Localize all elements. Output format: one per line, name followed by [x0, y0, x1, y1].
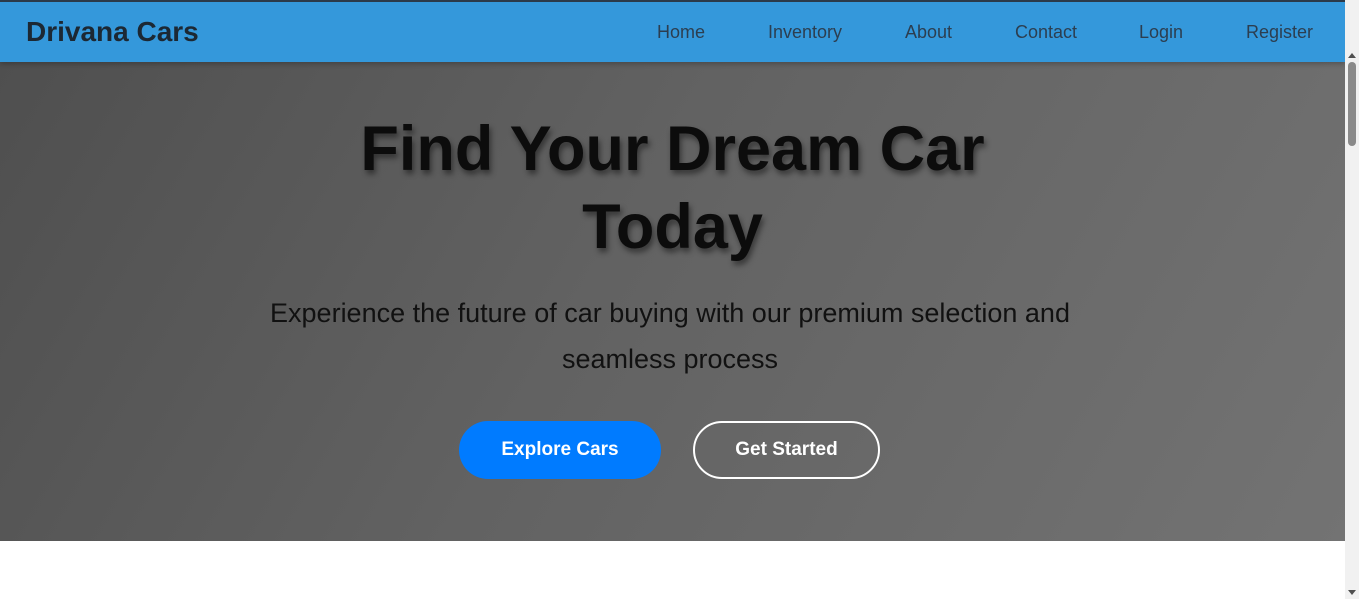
browser-viewport: Drivana Cars Home Inventory About Contac… [0, 0, 1345, 599]
hero-title: Find Your Dream Car Today [0, 110, 1345, 266]
nav-link-login[interactable]: Login [1139, 21, 1183, 43]
nav-link-home[interactable]: Home [657, 21, 705, 43]
nav-link-about[interactable]: About [905, 21, 952, 43]
nav-link-register[interactable]: Register [1246, 21, 1313, 43]
nav-links: Home Inventory About Contact Login Regis… [0, 21, 1345, 45]
scrollbar-thumb[interactable] [1348, 62, 1356, 146]
nav-link-contact[interactable]: Contact [1015, 21, 1077, 43]
navbar: Drivana Cars Home Inventory About Contac… [0, 0, 1345, 62]
scroll-down-arrow-icon[interactable] [1345, 585, 1359, 599]
get-started-button[interactable]: Get Started [693, 421, 880, 479]
hero-section: Find Your Dream Car Today Experience the… [0, 62, 1345, 541]
hero-title-line1: Find Your Dream Car [360, 114, 985, 184]
hero-subtitle: Experience the future of car buying with… [270, 298, 1070, 374]
scroll-up-arrow-icon[interactable] [1345, 48, 1359, 62]
explore-cars-button[interactable]: Explore Cars [459, 421, 661, 479]
page-scrollbar[interactable] [1345, 0, 1359, 599]
nav-link-inventory[interactable]: Inventory [768, 21, 842, 43]
hero-title-line2: Today [582, 192, 763, 262]
